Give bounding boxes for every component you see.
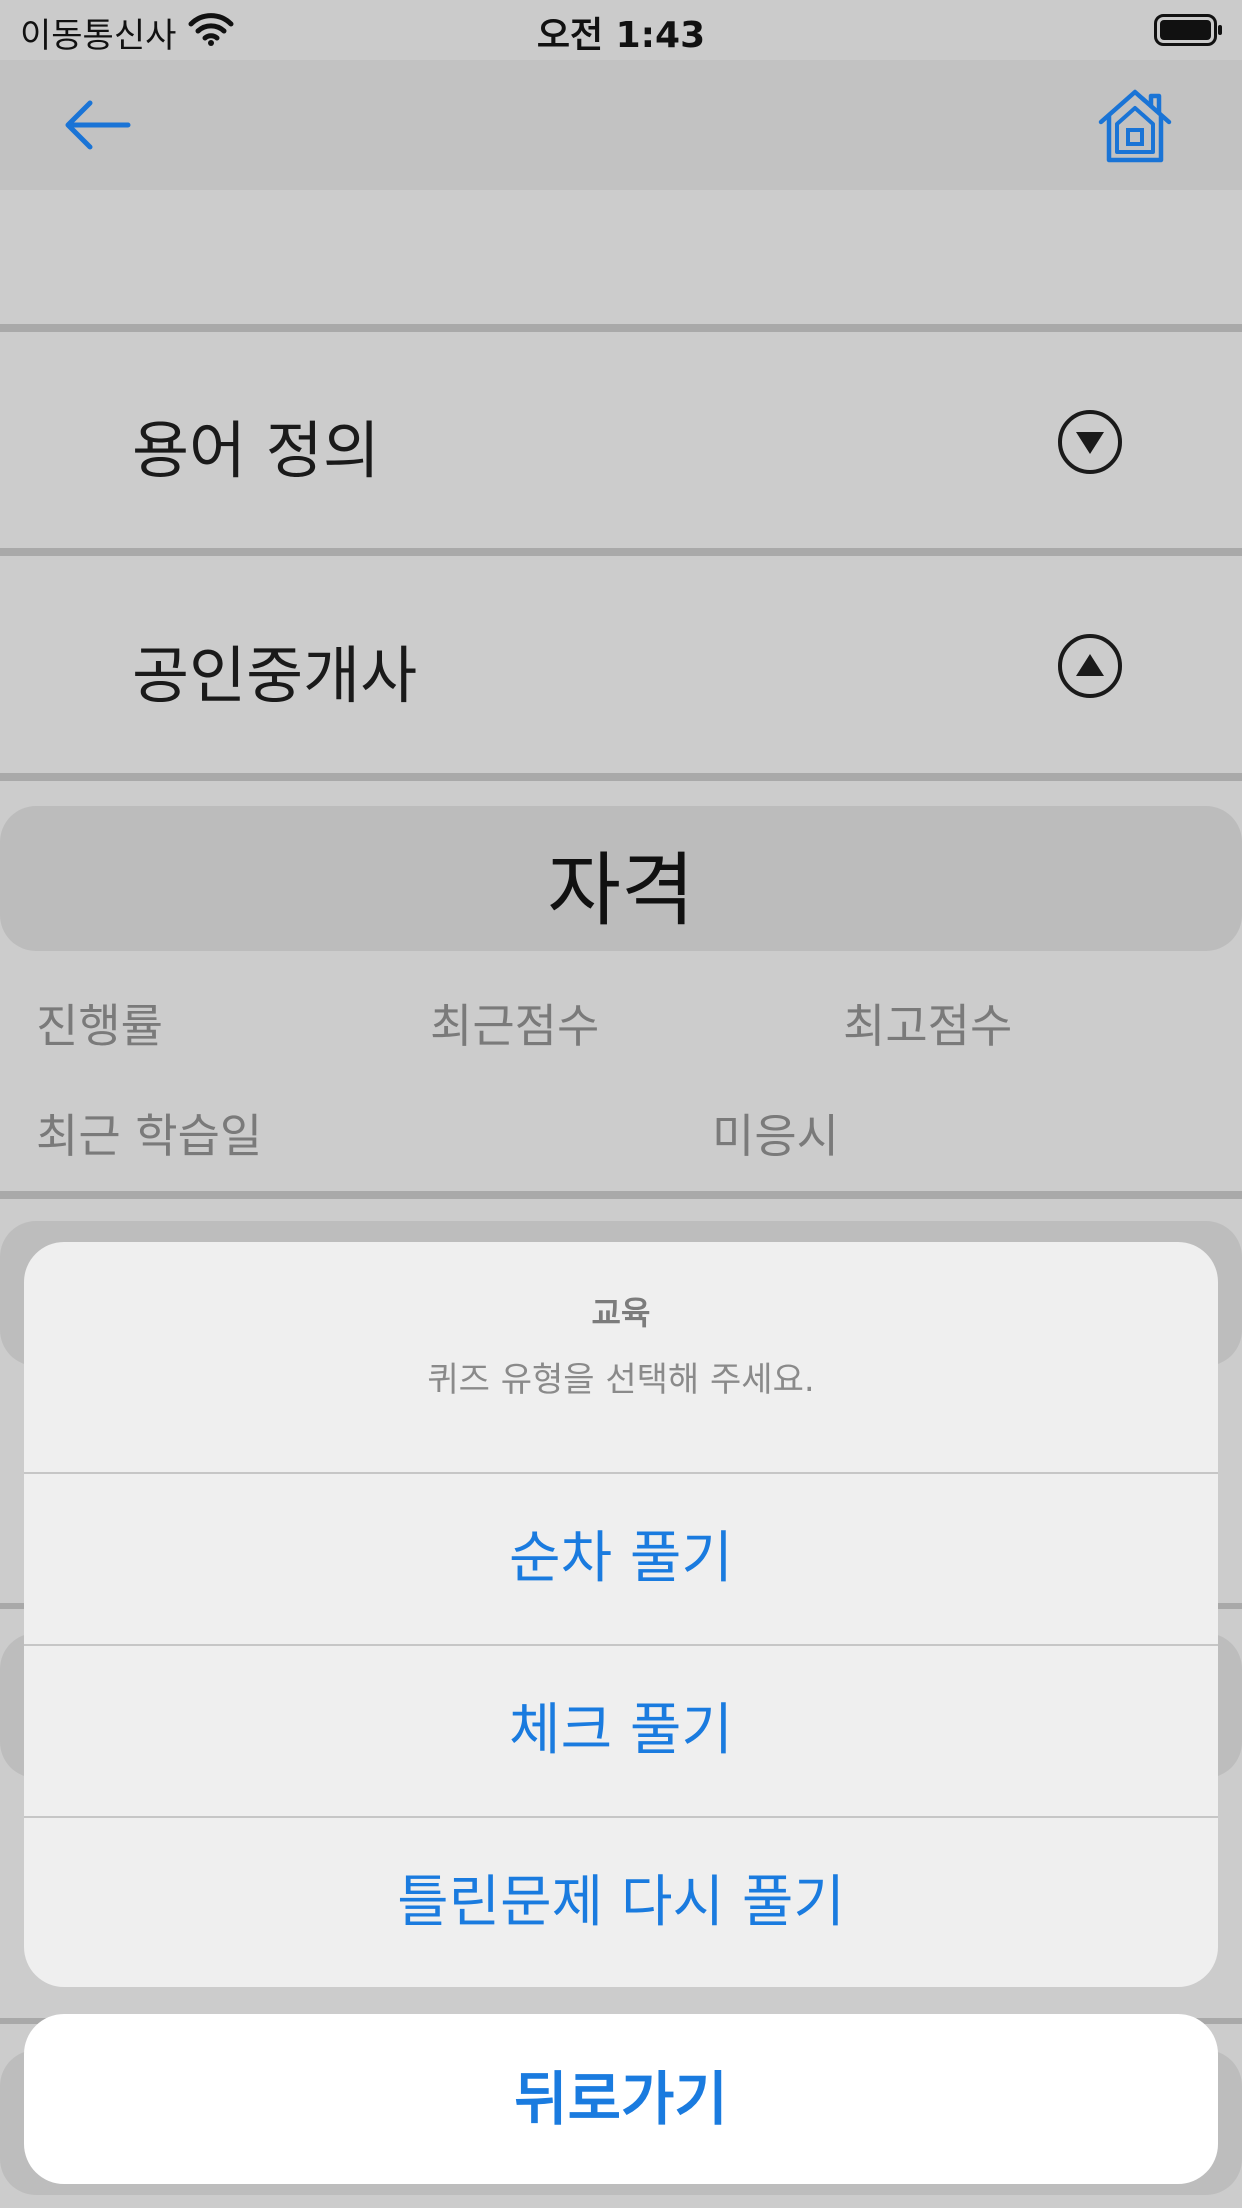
check-quiz-button[interactable]: 체크 풀기 [24, 1646, 1218, 1816]
home-icon[interactable] [1095, 88, 1175, 164]
retry-wrong-button[interactable]: 틀린문제 다시 풀기 [24, 1818, 1218, 1987]
action-sheet-title: 교육 [591, 1294, 651, 1332]
cancel-button[interactable]: 뒤로가기 [24, 2014, 1218, 2184]
divider [0, 773, 1242, 781]
action-sheet-message: 퀴즈 유형을 선택해 주세요. [427, 1360, 815, 1400]
clock: 오전 1:43 [536, 15, 706, 56]
progress-label: 진행률 [36, 999, 163, 1053]
chevron-up-circle-icon[interactable] [1056, 632, 1124, 700]
section-title: 용어 정의 [132, 414, 380, 487]
last-study-label: 최근 학습일 [36, 1109, 263, 1163]
recent-score-label: 최근점수 [430, 999, 600, 1053]
battery-icon [1154, 14, 1222, 46]
action-sheet: 교육 퀴즈 유형을 선택해 주세요. 순차 풀기 체크 풀기 틀린문제 다시 풀… [24, 1242, 1218, 1987]
last-study-value: 미응시 [712, 1109, 839, 1163]
navigation-bar [0, 60, 1242, 190]
category-title: 자격 [547, 844, 695, 937]
sequential-quiz-button[interactable]: 순차 풀기 [24, 1474, 1218, 1644]
divider [0, 548, 1242, 556]
cancel-label: 뒤로가기 [514, 2065, 728, 2133]
divider [0, 324, 1242, 332]
best-score-label: 최고점수 [843, 999, 1013, 1053]
chevron-down-circle-icon[interactable] [1056, 408, 1124, 476]
back-arrow-icon[interactable] [62, 95, 132, 155]
section-title: 공인중개사 [132, 639, 418, 712]
divider [0, 1191, 1242, 1199]
